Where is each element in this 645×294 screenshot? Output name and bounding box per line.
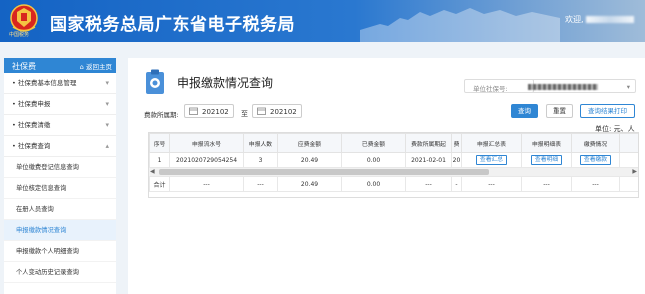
sidebar-group-label: 社保费查询: [17, 142, 51, 150]
column-header: 申报人数: [243, 133, 278, 153]
scroll-right-icon[interactable]: ▶: [632, 168, 637, 175]
cell-payable: 20.49: [277, 152, 342, 168]
cell-seq: 1: [149, 152, 170, 168]
total-detail: ---: [521, 176, 572, 192]
sidebar-item-personal-detail-query[interactable]: 申报缴款个人明细查询: [4, 241, 116, 262]
reset-button[interactable]: 重置: [546, 104, 573, 118]
total-label: 合计: [149, 176, 170, 192]
document-search-icon: [146, 69, 164, 94]
scrollbar-thumb[interactable]: [159, 169, 489, 175]
total-payment: ---: [571, 176, 620, 192]
horizontal-scrollbar[interactable]: ◀ ▶: [149, 168, 638, 176]
cell-paid: 0.00: [341, 152, 406, 168]
cell-summary: 查看汇总: [461, 152, 522, 168]
query-button[interactable]: 查询: [511, 104, 538, 118]
sidebar-item-unit-assessment-query[interactable]: 单位核定信息查询: [4, 178, 116, 199]
calendar-icon: [257, 107, 266, 115]
totals-table: 合计 --- --- 20.49 0.00 --- - --- --- ---: [149, 176, 638, 192]
column-header: 序号: [149, 133, 170, 153]
column-header: 已费金额: [341, 133, 406, 153]
unit-id-masked-value: [528, 84, 598, 90]
chevron-down-icon: ▾: [105, 79, 109, 87]
page-title: 申报缴款情况查询: [177, 76, 274, 90]
total-payable: 20.49: [277, 176, 342, 192]
cell-period-start: 2021-02-01: [405, 152, 452, 168]
sidebar-item-registered-staff-query[interactable]: 在册人员查询: [4, 199, 116, 220]
column-header: 缴费情况: [571, 133, 620, 153]
totals-row: 合计 --- --- 20.49 0.00 --- - --- --- ---: [149, 176, 638, 192]
sidebar-group-declare[interactable]: • 社保费申报 ▾: [4, 94, 116, 115]
return-home-link[interactable]: ⌂ 返回主页: [80, 61, 112, 71]
chevron-up-icon: ▴: [105, 142, 109, 150]
sidebar-group-label: 社保费基本信息管理: [17, 79, 77, 87]
site-header: 中国税务 国家税务总局广东省电子税务局 欢迎,: [0, 0, 645, 42]
great-wall-decoration: [360, 8, 560, 42]
cell-payment: 查看缴款: [571, 152, 620, 168]
sidebar-item-declaration-payment-query[interactable]: 申报缴款情况查询: [4, 220, 116, 241]
scroll-left-icon[interactable]: ◀: [150, 168, 155, 175]
date-to-input[interactable]: 202102: [252, 104, 302, 118]
table-row: 1 2021020729054254 3 20.49 0.00 2021-02-…: [149, 152, 638, 168]
calendar-icon: [189, 107, 198, 115]
total-period-start: ---: [405, 176, 452, 192]
chevron-down-icon: ▾: [626, 83, 630, 91]
sidebar-item-unit-registration-query[interactable]: 单位缴费登记信息查询: [4, 157, 116, 178]
chevron-down-icon: ▾: [105, 100, 109, 108]
view-payment-button[interactable]: 查看缴款: [579, 155, 612, 165]
total-spacer: [619, 176, 638, 192]
table-header-row: 序号 申报流水号 申报人数 应费金额 已费金额 费款所属期起 费 申报汇总表 申…: [149, 133, 638, 153]
chevron-down-icon: ▾: [105, 121, 109, 129]
column-header: 申报汇总表: [461, 133, 522, 153]
view-detail-button[interactable]: 查看明细: [530, 155, 563, 165]
fee-period-label: 费款所属期:: [144, 111, 179, 119]
column-header: 申报流水号: [169, 133, 244, 153]
view-summary-button[interactable]: 查看汇总: [475, 155, 508, 165]
date-from-input[interactable]: 202102: [184, 104, 234, 118]
sidebar-group-settlement[interactable]: • 社保费清缴 ▾: [4, 115, 116, 136]
to-label: 至: [241, 110, 248, 118]
total-summary: ---: [461, 176, 522, 192]
column-header: 费: [451, 133, 462, 153]
unit-id-select[interactable]: ▾: [524, 79, 636, 93]
welcome-text: 欢迎,: [565, 15, 584, 24]
return-home-label: 返回主页: [86, 63, 112, 71]
column-header-spacer: [619, 133, 638, 153]
site-title: 国家税务总局广东省电子税务局: [50, 15, 295, 35]
results-table-grid: 序号 申报流水号 申报人数 应费金额 已费金额 费款所属期起 费 申报汇总表 申…: [149, 133, 638, 168]
total-paid: 0.00: [341, 176, 406, 192]
cell-spacer: [619, 152, 638, 168]
sidebar-item-personal-history-query[interactable]: 个人变动历史记录查询: [4, 262, 116, 283]
column-header: 申报明细表: [521, 133, 572, 153]
sidebar-group-basic-info[interactable]: • 社保费基本信息管理 ▾: [4, 73, 116, 94]
cell-serial: 2021020729054254: [169, 152, 244, 168]
date-to-value: 202102: [270, 108, 297, 116]
total-serial: ---: [169, 176, 244, 192]
main-panel: 申报缴款情况查询 单位社保号: ▾ 费款所属期: 202102 至 202102…: [128, 58, 645, 294]
welcome-area: 欢迎,: [565, 14, 634, 25]
sidebar-group-query[interactable]: • 社保费查询 ▴: [4, 136, 116, 157]
results-table: 序号 申报流水号 申报人数 应费金额 已费金额 费款所属期起 费 申报汇总表 申…: [148, 132, 639, 198]
cell-count: 3: [243, 152, 278, 168]
sidebar: 社保费 ⌂ 返回主页 • 社保费基本信息管理 ▾ • 社保费申报 ▾ • 社保费清缴…: [4, 58, 116, 294]
date-from-value: 202102: [202, 108, 229, 116]
total-truncated: -: [451, 176, 462, 192]
sidebar-group-label: 社保费申报: [17, 100, 51, 108]
column-header: 费款所属期起: [405, 133, 452, 153]
emblem-caption: 中国税务: [9, 32, 30, 38]
print-results-button[interactable]: 查询结果打印: [580, 104, 635, 118]
cell-detail: 查看明细: [521, 152, 572, 168]
column-header: 应费金额: [277, 133, 342, 153]
cell-truncated: 20: [451, 152, 462, 168]
sidebar-header: 社保费 ⌂ 返回主页: [4, 58, 116, 73]
username-masked: [585, 16, 634, 23]
sidebar-title: 社保费: [12, 62, 36, 71]
total-count: ---: [243, 176, 278, 192]
sidebar-group-label: 社保费清缴: [17, 121, 51, 129]
